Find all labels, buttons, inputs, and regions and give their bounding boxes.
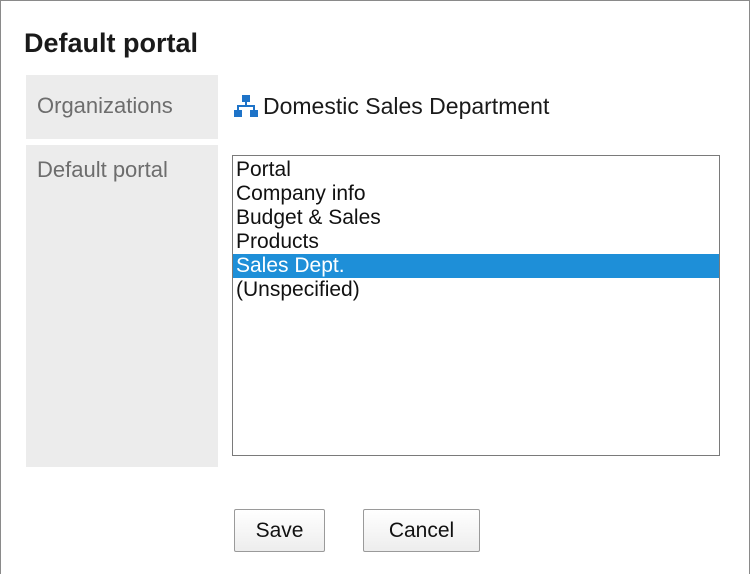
organization-value: Domestic Sales Department [233,89,549,123]
page-title: Default portal [24,28,199,58]
portal-option[interactable]: Budget & Sales [233,206,719,230]
organization-name: Domestic Sales Department [263,92,550,119]
organization-tree-icon [233,93,259,119]
default-portal-listbox[interactable]: Portal Company info Budget & Sales Products… [232,155,720,456]
portal-option[interactable]: Company info [233,182,719,206]
portal-option[interactable]: Portal [233,158,719,182]
portal-option[interactable]: (Unspecified) [233,278,719,302]
save-button[interactable]: Save [234,509,325,552]
dialog-panel: Default portal Organizations Domestic Sa… [0,0,750,574]
cancel-button[interactable]: Cancel [363,509,480,552]
default-portal-label: Default portal [26,145,218,467]
portal-option[interactable]: Sales Dept. [233,254,719,278]
portal-option[interactable]: Products [233,230,719,254]
organizations-label: Organizations [26,75,218,139]
